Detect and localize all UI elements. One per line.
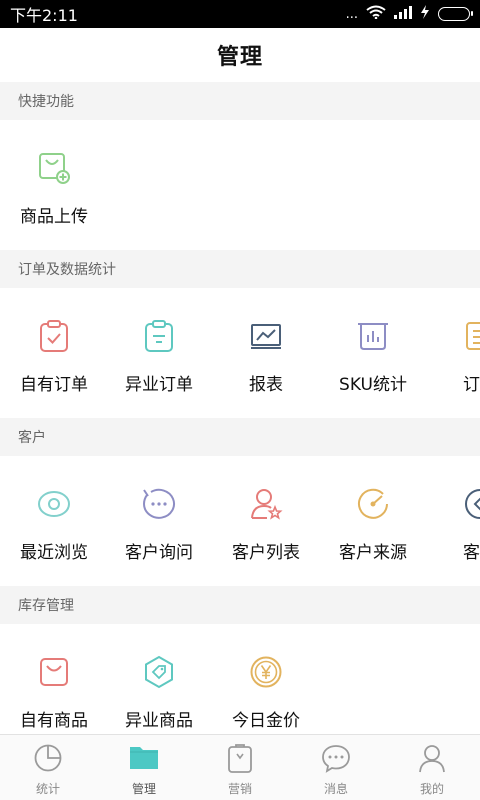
item-own-products[interactable]: 自有商品 xyxy=(0,624,108,734)
section-header-orders: 订单及数据统计 xyxy=(0,250,480,288)
status-icons: ... xyxy=(345,5,473,23)
shopping-bag-icon xyxy=(224,742,256,774)
user-star-icon xyxy=(246,484,286,524)
yen-coin-icon xyxy=(246,652,286,692)
charging-icon xyxy=(420,5,430,23)
bar-chart-icon xyxy=(353,316,393,356)
section-row-orders: 自有订单 异业订单 报表 SKU统计 订单 xyxy=(0,288,480,418)
item-label: 异业商品 xyxy=(125,711,193,731)
bag-plus-icon xyxy=(34,148,74,188)
item-label: 自有商品 xyxy=(20,711,88,731)
item-customer-inquiry[interactable]: 客户询问 xyxy=(105,456,213,586)
tab-label: 管理 xyxy=(131,782,156,796)
section-row-customers: 最近浏览 客户询问 客户列表 客户来源 客户 xyxy=(0,456,480,586)
tab-messages[interactable]: 消息 xyxy=(288,735,384,800)
page-title: 管理 xyxy=(216,45,263,70)
section-header-customers: 客户 xyxy=(0,418,480,456)
section-header-quick: 快捷功能 xyxy=(0,82,480,120)
item-label: 客户 xyxy=(463,543,480,563)
clipboard-list-icon xyxy=(139,316,179,356)
item-label: 客户来源 xyxy=(339,543,407,563)
item-label: 商品上传 xyxy=(20,207,88,227)
item-product-upload[interactable]: 商品上传 xyxy=(0,120,108,250)
item-label: 客户询问 xyxy=(125,543,193,563)
item-partner-orders[interactable]: 异业订单 xyxy=(105,288,213,418)
tag-icon xyxy=(139,652,179,692)
item-recent-views[interactable]: 最近浏览 xyxy=(0,456,108,586)
section-header-inventory: 库存管理 xyxy=(0,586,480,624)
tab-manage[interactable]: 管理 xyxy=(96,735,192,800)
status-time: 下午2:11 xyxy=(10,6,78,25)
status-bar: 下午2:11 ... xyxy=(0,0,480,28)
item-customer-list[interactable]: 客户列表 xyxy=(212,456,320,586)
item-label: 今日金价 xyxy=(232,711,300,731)
item-orders-more[interactable]: 订单 xyxy=(426,288,480,418)
item-own-orders[interactable]: 自有订单 xyxy=(0,288,108,418)
item-label: 异业订单 xyxy=(125,375,193,395)
item-customer-more[interactable]: 客户 xyxy=(426,456,480,586)
gauge-icon xyxy=(353,484,393,524)
item-label: 客户列表 xyxy=(232,543,300,563)
item-label: 自有订单 xyxy=(20,375,88,395)
chat-bubble-icon xyxy=(139,484,179,524)
back-circle-icon xyxy=(460,484,480,524)
person-icon xyxy=(416,742,448,774)
signal-icon xyxy=(394,5,412,23)
item-customer-source[interactable]: 客户来源 xyxy=(319,456,427,586)
item-report[interactable]: 报表 xyxy=(212,288,320,418)
folder-icon xyxy=(128,742,160,774)
section-row-quick: 商品上传 xyxy=(0,120,480,250)
item-partner-products[interactable]: 异业商品 xyxy=(105,624,213,734)
battery-icon xyxy=(438,7,473,21)
tab-label: 消息 xyxy=(323,782,348,796)
tab-me[interactable]: 我的 xyxy=(384,735,480,800)
bottom-tab-bar: 统计 管理 营销 消息 我的 xyxy=(0,734,480,800)
tab-label: 统计 xyxy=(35,782,60,796)
tab-label: 我的 xyxy=(419,782,444,796)
item-gold-price[interactable]: 今日金价 xyxy=(212,624,320,734)
section-row-inventory: 自有商品 异业商品 今日金价 xyxy=(0,624,480,734)
tab-statistics[interactable]: 统计 xyxy=(0,735,96,800)
wifi-icon xyxy=(366,5,386,23)
item-label: 订单 xyxy=(463,375,480,395)
order-list-icon xyxy=(460,316,480,356)
more-dots-icon: ... xyxy=(345,6,358,22)
item-label: SKU统计 xyxy=(339,375,407,395)
eye-icon xyxy=(34,484,74,524)
line-chart-icon xyxy=(246,316,286,356)
item-label: 报表 xyxy=(249,375,283,395)
title-bar: 管理 xyxy=(0,28,480,82)
pie-chart-icon xyxy=(32,742,64,774)
bag-icon xyxy=(34,652,74,692)
clipboard-check-icon xyxy=(34,316,74,356)
tab-marketing[interactable]: 营销 xyxy=(192,735,288,800)
item-label: 最近浏览 xyxy=(20,543,88,563)
item-sku-stats[interactable]: SKU统计 xyxy=(319,288,427,418)
tab-label: 营销 xyxy=(227,782,252,796)
message-icon xyxy=(320,742,352,774)
